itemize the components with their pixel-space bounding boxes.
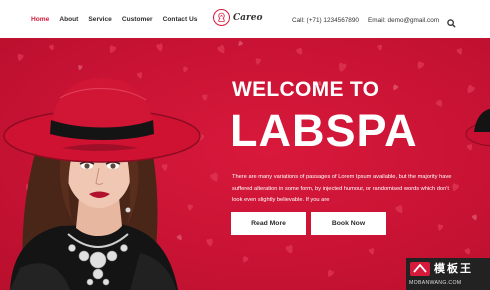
- hero-title-welcome: WELCOME TO: [232, 78, 380, 101]
- brand-name: Careo: [233, 12, 263, 23]
- read-more-button[interactable]: Read More: [231, 212, 306, 235]
- woman-silhouette-icon: [213, 9, 230, 26]
- book-now-button[interactable]: Book Now: [311, 212, 386, 235]
- hero-title-labspa: LABSPA: [230, 105, 418, 156]
- site-header: Home About Service Customer Contact Us C…: [0, 0, 490, 38]
- watermark-title: 模板王: [434, 263, 473, 275]
- contact-phone: Call: (+71) 1234567890: [292, 16, 359, 24]
- nav-contact-us[interactable]: Contact Us: [163, 16, 198, 23]
- watermark-url: MOBANWANG.COM: [409, 280, 462, 286]
- search-icon[interactable]: [447, 15, 457, 28]
- hero-description: There are many variations of passages of…: [232, 174, 452, 204]
- brand-logo[interactable]: Careo: [213, 9, 262, 26]
- contact-email: Email: demo@gmail.com: [367, 16, 440, 24]
- nav-about[interactable]: About: [59, 16, 78, 23]
- hero-banner: WELCOME TO LABSPA There are many variati…: [0, 38, 490, 290]
- contact-info: Call: (+71) 1234567890 Email: demo@gmail…: [292, 15, 457, 28]
- nav-customer[interactable]: Customer: [122, 16, 153, 23]
- main-nav: Home About Service Customer Contact Us: [31, 16, 207, 23]
- model-image: [3, 78, 201, 290]
- partial-hat-image: [465, 108, 490, 147]
- nav-home[interactable]: Home: [31, 16, 49, 23]
- watermark-badge: 模板王 MOBANWANG.COM: [406, 258, 490, 290]
- nav-service[interactable]: Service: [88, 16, 111, 23]
